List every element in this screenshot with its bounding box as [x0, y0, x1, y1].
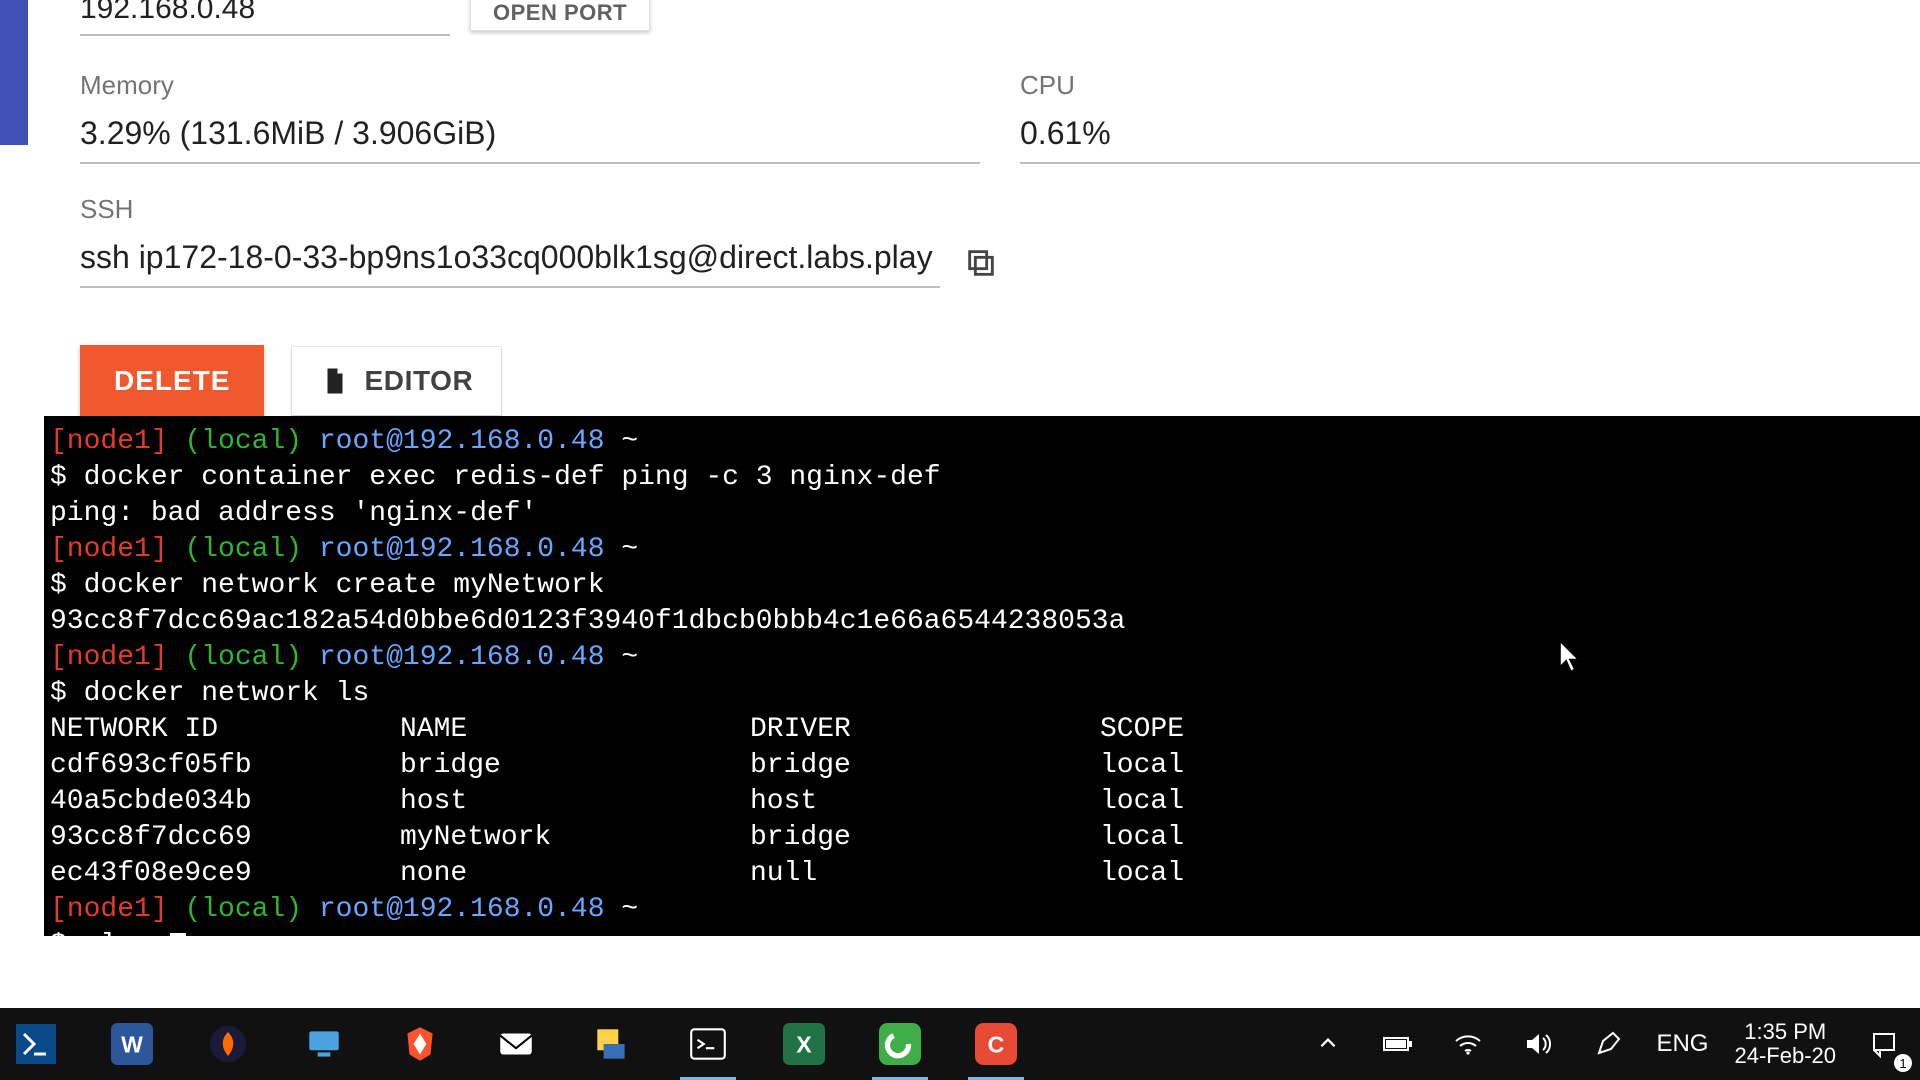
ssh-value[interactable]: ssh ip172-18-0-33-bp9ns1o33cq000blk1sg@d…: [80, 239, 940, 288]
memory-value: 3.29% (131.6MiB / 3.906GiB): [80, 115, 980, 164]
cpu-block: CPU 0.61%: [1020, 70, 1920, 164]
copy-icon: [964, 246, 998, 280]
ssh-line: ssh ip172-18-0-33-bp9ns1o33cq000blk1sg@d…: [80, 239, 1860, 287]
taskbar-right: ENG 1:35 PM 24-Feb-20 1: [1306, 1020, 1920, 1068]
recorder-icon[interactable]: C: [974, 1022, 1018, 1066]
cmd-line: $ docker network ls: [50, 676, 1914, 712]
excel-icon[interactable]: X: [782, 1022, 826, 1066]
taskbar: W X C: [0, 1008, 1920, 1080]
prompt-line: [node1] (local) root@192.168.0.48 ~: [50, 892, 1914, 928]
terminal-app-icon[interactable]: [686, 1022, 730, 1066]
clock[interactable]: 1:35 PM 24-Feb-20: [1734, 1020, 1836, 1068]
svg-text:X: X: [796, 1031, 812, 1057]
cmd-input-line[interactable]: $ clear: [50, 928, 1914, 964]
ssh-label: SSH: [80, 194, 1860, 225]
prompt-line: [node1] (local) root@192.168.0.48 ~: [50, 424, 1914, 460]
clock-time: 1:35 PM: [1734, 1020, 1836, 1044]
ip-field[interactable]: 192.168.0.48: [80, 0, 450, 36]
cmd-line: $ docker network create myNetwork: [50, 568, 1914, 604]
cpu-label: CPU: [1020, 70, 1920, 101]
camtasia-icon[interactable]: [878, 1022, 922, 1066]
start-icon[interactable]: [14, 1022, 58, 1066]
brave-icon[interactable]: [398, 1022, 442, 1066]
notifications-icon[interactable]: 1: [1862, 1022, 1906, 1066]
pen-icon[interactable]: [1586, 1022, 1630, 1066]
keyboard-language[interactable]: ENG: [1656, 1030, 1708, 1058]
editor-button[interactable]: EDITOR: [292, 347, 501, 415]
table-row: cdf693cf05fbbridgebridgelocal: [50, 748, 1914, 784]
memory-label: Memory: [80, 70, 980, 101]
action-row: DELETE EDITOR: [80, 345, 1860, 417]
ip-row: 192.168.0.48 OPEN PORT: [80, 0, 1860, 36]
table-header: NETWORK IDNAMEDRIVERSCOPE: [50, 712, 1914, 748]
clock-date: 24-Feb-20: [1734, 1044, 1836, 1068]
computer-icon[interactable]: [302, 1022, 346, 1066]
volume-icon[interactable]: [1516, 1022, 1560, 1066]
file-icon: [320, 366, 350, 396]
notifications-count: 1: [1894, 1054, 1912, 1072]
prompt-line: [node1] (local) root@192.168.0.48 ~: [50, 640, 1914, 676]
word-icon[interactable]: W: [110, 1022, 154, 1066]
cursor: [170, 933, 186, 961]
svg-text:W: W: [121, 1031, 143, 1057]
editor-label: EDITOR: [364, 365, 473, 397]
cmd-line: $ docker container exec redis-def ping -…: [50, 460, 1914, 496]
putty-icon[interactable]: [590, 1022, 634, 1066]
table-row: 93cc8f7dcc69myNetworkbridgelocal: [50, 820, 1914, 856]
powershell-icon: [16, 1024, 56, 1064]
page: 192.168.0.48 OPEN PORT Memory 3.29% (131…: [0, 0, 1920, 1008]
tray-chevron-icon[interactable]: [1306, 1022, 1350, 1066]
info-panel: 192.168.0.48 OPEN PORT Memory 3.29% (131…: [0, 0, 1920, 448]
delete-button[interactable]: DELETE: [80, 345, 264, 417]
battery-icon[interactable]: [1376, 1022, 1420, 1066]
copy-button[interactable]: [960, 242, 1002, 284]
open-port-button[interactable]: OPEN PORT: [470, 0, 650, 31]
output-line: ping: bad address 'nginx-def': [50, 496, 1914, 532]
terminal[interactable]: [node1] (local) root@192.168.0.48 ~ $ do…: [44, 416, 1920, 936]
prompt-line: [node1] (local) root@192.168.0.48 ~: [50, 532, 1914, 568]
wifi-icon[interactable]: [1446, 1022, 1490, 1066]
table-row: 40a5cbde034bhosthostlocal: [50, 784, 1914, 820]
taskbar-left: W X C: [0, 1022, 1018, 1066]
svg-text:C: C: [988, 1031, 1005, 1057]
fire-icon[interactable]: [206, 1022, 250, 1066]
stats-row: Memory 3.29% (131.6MiB / 3.906GiB) CPU 0…: [80, 70, 1860, 164]
table-row: ec43f08e9ce9nonenulllocal: [50, 856, 1914, 892]
output-line: 93cc8f7dcc69ac182a54d0bbe6d0123f3940f1db…: [50, 604, 1914, 640]
cpu-value: 0.61%: [1020, 115, 1920, 164]
mail-icon[interactable]: [494, 1022, 538, 1066]
memory-block: Memory 3.29% (131.6MiB / 3.906GiB): [80, 70, 980, 164]
ssh-row: SSH ssh ip172-18-0-33-bp9ns1o33cq000blk1…: [80, 194, 1860, 287]
